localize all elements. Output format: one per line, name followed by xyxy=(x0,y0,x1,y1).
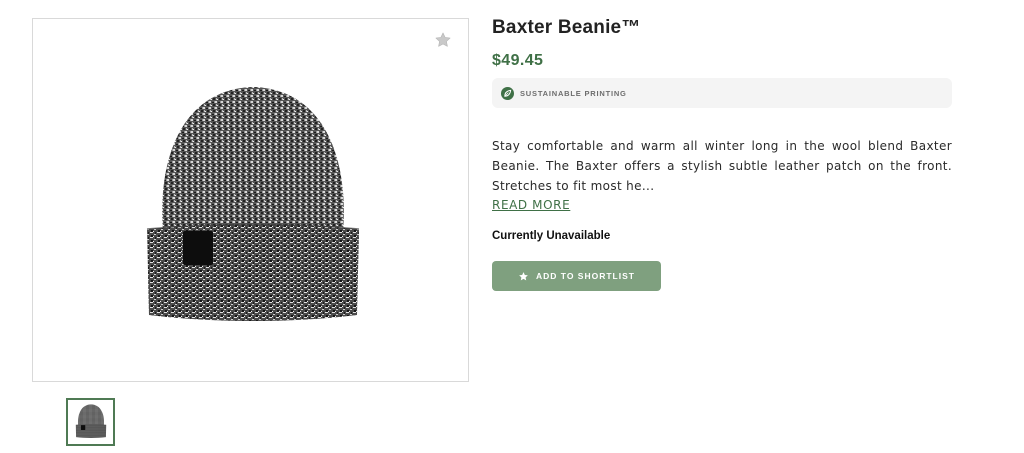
favorite-star-icon[interactable] xyxy=(432,29,454,51)
shortlist-button-label: ADD TO SHORTLIST xyxy=(536,271,635,281)
sustainable-printing-badge: SUSTAINABLE PRINTING xyxy=(492,78,952,108)
product-image xyxy=(143,77,363,342)
read-more-link[interactable]: READ MORE xyxy=(492,198,570,212)
product-description: Stay comfortable and warm all winter lon… xyxy=(492,139,952,193)
leaf-icon xyxy=(501,86,514,100)
availability-status: Currently Unavailable xyxy=(492,230,611,242)
badge-label: SUSTAINABLE PRINTING xyxy=(520,88,627,98)
add-to-shortlist-button[interactable]: ADD TO SHORTLIST xyxy=(492,261,661,291)
product-thumbnail[interactable] xyxy=(66,398,115,446)
product-details: Baxter Beanie™ $49.45 SUSTAINABLE PRINTI… xyxy=(492,14,952,291)
product-title: Baxter Beanie™ xyxy=(492,17,641,38)
product-image-gallery xyxy=(32,18,469,382)
star-icon xyxy=(518,271,529,282)
product-price: $49.45 xyxy=(492,52,544,69)
